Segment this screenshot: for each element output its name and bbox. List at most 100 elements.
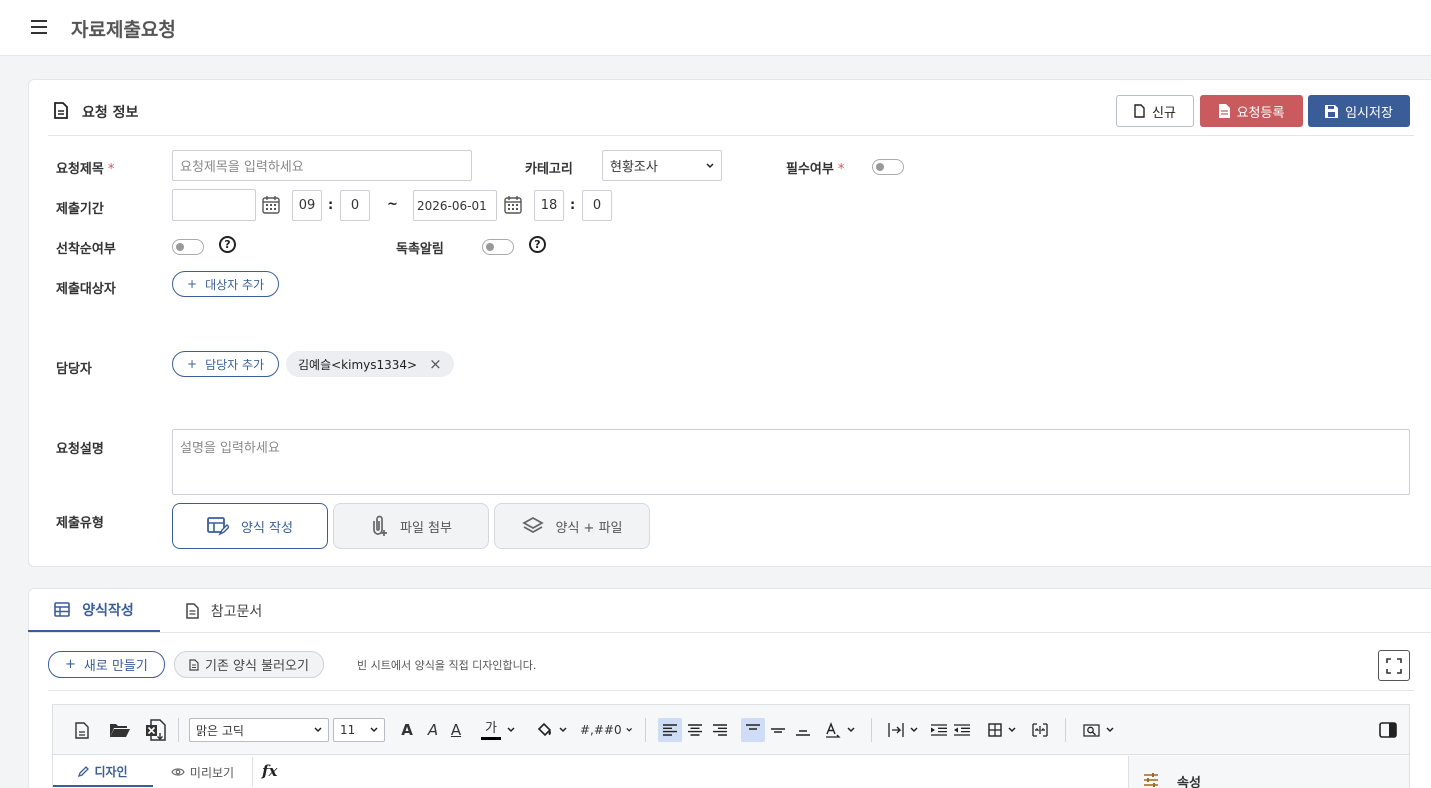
italic-icon[interactable]: A xyxy=(424,720,442,740)
description-label: 요청설명 xyxy=(56,442,104,457)
end-date-input[interactable]: 2026-06-01 xyxy=(413,190,497,221)
tab-references[interactable]: 참고문서 xyxy=(160,589,288,632)
pencil-icon xyxy=(78,765,90,777)
first-come-toggle[interactable] xyxy=(172,239,204,255)
find-icon[interactable] xyxy=(1080,718,1116,742)
floppy-icon xyxy=(1325,104,1339,118)
document-icon xyxy=(1218,104,1230,118)
toolbar-separator xyxy=(1065,718,1066,742)
number-format-icon[interactable]: #,##0 xyxy=(580,718,632,742)
calendar-icon[interactable] xyxy=(262,195,280,214)
sliders-icon xyxy=(1143,772,1159,788)
bold-icon[interactable]: A xyxy=(398,720,416,740)
chevron-down-icon xyxy=(625,727,632,732)
start-hour-input[interactable]: 09 xyxy=(292,190,322,221)
reminder-label: 독촉알림 xyxy=(396,242,444,257)
toolbar-separator xyxy=(178,718,179,742)
new-sheet-button[interactable]: + 새로 만들기 xyxy=(48,651,165,678)
time-separator: : xyxy=(328,198,334,213)
first-come-label: 선착순여부 xyxy=(56,242,116,257)
sheet-hint: 빈 시트에서 양식을 직접 디자인합니다. xyxy=(357,659,537,672)
indent-increase-icon[interactable] xyxy=(929,718,949,742)
help-icon[interactable]: ? xyxy=(219,236,236,253)
document-icon xyxy=(54,102,68,119)
load-template-button[interactable]: 기존 양식 불러오기 xyxy=(174,651,324,678)
end-hour-input[interactable]: 18 xyxy=(534,190,564,221)
type-form-button[interactable]: 양식 작성 xyxy=(172,503,328,549)
align-left-icon[interactable] xyxy=(658,718,682,742)
title-input[interactable]: 요청제목을 입력하세요 xyxy=(172,150,472,181)
tab-bar-divider xyxy=(29,632,1431,633)
font-select[interactable]: 맑은 고딕 xyxy=(189,718,329,742)
plus-icon: + xyxy=(187,277,198,291)
save-draft-button-label: 임시저장 xyxy=(1345,105,1393,121)
design-tab[interactable]: 디자인 xyxy=(53,757,153,787)
type-file-button[interactable]: 파일 첨부 xyxy=(333,503,489,549)
font-color-icon[interactable]: 가 xyxy=(478,718,518,742)
fill-color-icon[interactable] xyxy=(534,718,570,742)
folder-icon[interactable] xyxy=(108,720,130,740)
mandatory-toggle[interactable] xyxy=(872,159,904,175)
end-minute-input[interactable]: 0 xyxy=(582,190,612,221)
file-icon xyxy=(1134,104,1145,118)
document-icon xyxy=(185,602,199,619)
save-draft-button[interactable]: 임시저장 xyxy=(1308,95,1410,127)
add-manager-label: 담당자 추가 xyxy=(205,357,265,372)
description-textarea[interactable]: 설명을 입력하세요 xyxy=(172,429,1410,495)
load-template-label: 기존 양식 불러오기 xyxy=(205,659,309,674)
preview-tab[interactable]: 미리보기 xyxy=(153,757,253,787)
reminder-toggle[interactable] xyxy=(482,239,514,255)
chevron-down-icon xyxy=(559,727,567,733)
page-title: 자료제출요청 xyxy=(71,19,176,41)
valign-middle-icon[interactable] xyxy=(767,718,789,742)
type-both-label: 양식 + 파일 xyxy=(555,520,623,536)
valign-bottom-icon[interactable] xyxy=(792,718,814,742)
start-date-input[interactable] xyxy=(172,189,256,221)
valign-top-icon[interactable] xyxy=(741,718,765,742)
manager-chip-label: 김예슬<kimys1334> xyxy=(298,357,418,372)
manager-chip: 김예슬<kimys1334> × xyxy=(286,351,454,377)
align-center-icon[interactable] xyxy=(684,718,706,742)
calendar-icon[interactable] xyxy=(504,195,522,214)
new-file-icon[interactable] xyxy=(72,720,92,740)
register-button[interactable]: 요청등록 xyxy=(1200,95,1303,127)
underline-icon[interactable]: A xyxy=(447,720,465,740)
text-rotate-icon[interactable] xyxy=(822,718,858,742)
new-button[interactable]: 신규 xyxy=(1116,95,1194,127)
merge-cells-icon[interactable] xyxy=(1030,718,1050,742)
fullscreen-icon[interactable] xyxy=(1378,650,1410,681)
properties-sidebar xyxy=(1128,756,1409,788)
plus-icon: + xyxy=(65,657,76,672)
menu-icon[interactable] xyxy=(31,20,47,34)
new-sheet-label: 새로 만들기 xyxy=(83,659,148,674)
manager-label: 담당자 xyxy=(56,362,92,377)
text-wrap-icon[interactable] xyxy=(886,718,920,742)
tab-form-label: 양식작성 xyxy=(82,602,134,619)
borders-icon[interactable] xyxy=(984,718,1020,742)
document-icon xyxy=(189,658,199,671)
toolbar-separator xyxy=(871,718,872,742)
formula-icon[interactable]: fx xyxy=(262,762,277,780)
indent-decrease-icon[interactable] xyxy=(952,718,972,742)
tab-form[interactable]: 양식작성 xyxy=(28,589,160,632)
close-icon[interactable]: × xyxy=(429,355,442,373)
type-both-button[interactable]: 양식 + 파일 xyxy=(494,503,650,549)
layers-icon xyxy=(521,517,544,533)
chevron-down-icon xyxy=(370,727,378,733)
excel-import-icon[interactable] xyxy=(144,718,168,742)
category-select[interactable]: 현황조사 xyxy=(602,150,722,181)
chevron-down-icon xyxy=(847,727,855,733)
add-target-button[interactable]: + 대상자 추가 xyxy=(172,271,280,297)
top-bar: 자료제출요청 xyxy=(0,0,1431,56)
start-minute-input[interactable]: 0 xyxy=(340,190,370,221)
range-separator: ~ xyxy=(387,197,398,212)
plus-icon: + xyxy=(187,357,198,371)
sidebar-toggle-icon[interactable] xyxy=(1378,720,1398,740)
help-icon[interactable]: ? xyxy=(529,236,546,253)
align-right-icon[interactable] xyxy=(709,718,731,742)
add-manager-button[interactable]: + 담당자 추가 xyxy=(172,351,280,377)
type-file-label: 파일 첨부 xyxy=(400,520,452,536)
font-size-select[interactable]: 11 xyxy=(333,718,385,742)
title-label: 요청제목 * xyxy=(56,162,115,177)
chevron-down-icon xyxy=(1008,727,1016,733)
